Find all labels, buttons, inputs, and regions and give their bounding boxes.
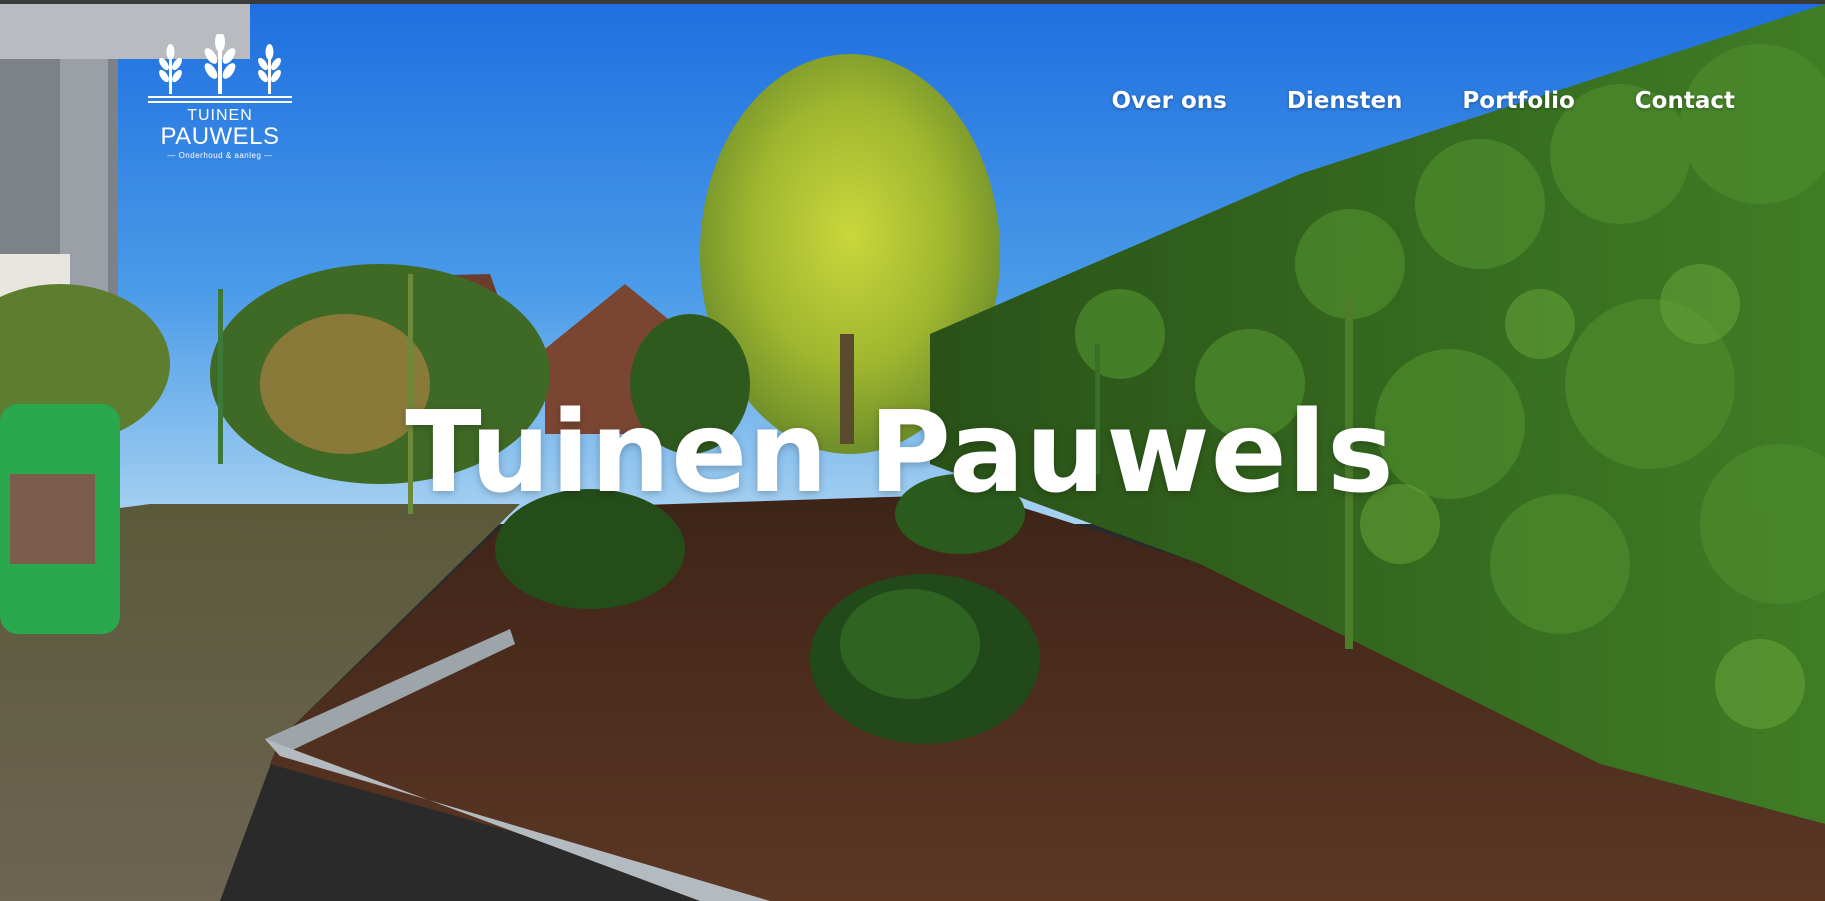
- logo-word-tuinen: TUINEN: [187, 107, 253, 124]
- browser-top-edge: [0, 0, 1825, 4]
- nav-link-contact[interactable]: Contact: [1635, 86, 1735, 116]
- main-navigation: Over ons Diensten Portfolio Contact: [1051, 86, 1735, 116]
- logo-tagline: — Onderhoud & aanleg —: [167, 151, 273, 160]
- nav-link-over-ons[interactable]: Over ons: [1111, 86, 1226, 116]
- site-logo[interactable]: TUINEN PAUWELS — Onderhoud & aanleg —: [148, 34, 292, 162]
- nav-link-diensten[interactable]: Diensten: [1287, 86, 1403, 116]
- page: TUINEN PAUWELS — Onderhoud & aanleg — Ov…: [0, 0, 1825, 901]
- hero-title: Tuinen Pauwels: [405, 388, 1395, 518]
- wheat-sprigs-icon: [148, 34, 292, 103]
- logo-word-pauwels: PAUWELS: [160, 123, 280, 150]
- nav-link-portfolio[interactable]: Portfolio: [1462, 86, 1574, 116]
